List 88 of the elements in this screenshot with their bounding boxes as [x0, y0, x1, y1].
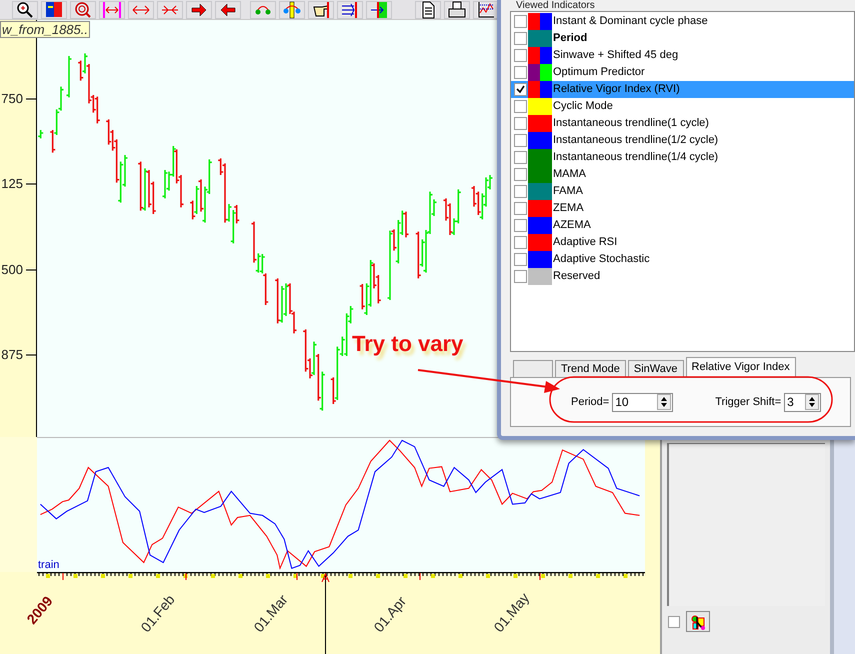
spinner-arrows-icon: [657, 394, 672, 410]
item-label: Reserved: [553, 270, 600, 283]
indicator-item[interactable]: Relative Vigor Index (RVI): [511, 81, 854, 98]
field-label: Trigger Shift=: [715, 396, 782, 408]
spin-field[interactable]: 10: [612, 392, 674, 412]
toolbar-button[interactable]: [444, 0, 470, 18]
toolbar-button[interactable]: [473, 0, 499, 18]
item-label: Adaptive RSI: [553, 236, 618, 249]
item-label: Adaptive Stochastic: [553, 253, 650, 266]
checkbox[interactable]: [514, 185, 527, 198]
blank-tab[interactable]: [513, 360, 553, 377]
series-label: w_from_1885..: [0, 21, 90, 38]
indicator-item[interactable]: FAMA: [511, 183, 854, 200]
color-block-icon: [45, 0, 63, 18]
checkbox[interactable]: [514, 49, 527, 62]
toolbar-button[interactable]: [215, 0, 241, 18]
item-label: Period: [553, 32, 588, 45]
toolbar-button[interactable]: [186, 0, 212, 18]
item-label: FAMA: [553, 185, 583, 198]
item-label: Instantaneous trendline(1/4 cycle): [553, 151, 718, 164]
item-label: MAMA: [553, 168, 586, 181]
multicolor-tool-icon: [690, 614, 706, 630]
checkbox[interactable]: [514, 151, 527, 164]
price-axis-label: 750: [1, 92, 23, 106]
toolbar-button[interactable]: [415, 0, 441, 18]
group-title: Viewed Indicators: [515, 0, 595, 11]
chart-icon: [477, 0, 495, 18]
indicator-item[interactable]: Instantaneous trendline(1/4 cycle): [511, 149, 854, 166]
checkbox[interactable]: [514, 168, 527, 181]
checkbox[interactable]: [514, 253, 527, 266]
indicator-item[interactable]: Period: [511, 30, 854, 47]
price-axis-label: 875: [1, 348, 23, 362]
item-label: Cyclic Mode: [553, 100, 613, 113]
indicator-item[interactable]: Adaptive RSI: [511, 234, 854, 251]
price-axis-label: 500: [1, 263, 23, 277]
indicator-item[interactable]: Cyclic Mode: [511, 98, 854, 115]
item-label: Instantaneous trendline(1/2 cycle): [553, 134, 718, 147]
checkbox[interactable]: [514, 219, 527, 232]
checkbox[interactable]: [514, 134, 527, 147]
indicator-item[interactable]: Optimum Predictor: [511, 64, 854, 81]
indicator-item[interactable]: ZEMA: [511, 200, 854, 217]
toolbar-button[interactable]: [12, 0, 38, 18]
indicator-item[interactable]: Instantaneous trendline(1/2 cycle): [511, 132, 854, 149]
item-label: Instantaneous trendline(1 cycle): [553, 117, 709, 130]
arrow-into-block-icon: [370, 0, 388, 18]
annotation-text: Try to vary: [352, 331, 464, 357]
spinner-arrows-icon: [805, 394, 820, 410]
checkbox[interactable]: [514, 236, 527, 249]
indicator-item[interactable]: Instant & Dominant cycle phase: [511, 13, 854, 30]
checkbox[interactable]: [514, 15, 527, 28]
checkbox[interactable]: [514, 270, 527, 283]
checkbox[interactable]: [514, 32, 527, 45]
bars-arrow-icon: [103, 0, 121, 18]
tab[interactable]: SinWave: [628, 360, 684, 377]
field-label: Period=: [571, 396, 610, 408]
item-label: ZEMA: [553, 202, 584, 215]
oscillator-label: train: [38, 559, 60, 571]
checkbox[interactable]: [514, 66, 527, 79]
indicator-item[interactable]: Reserved: [511, 268, 854, 285]
toolbar-button[interactable]: [337, 0, 363, 18]
checkbox[interactable]: [514, 202, 527, 215]
cursor-marker-icon: [321, 573, 330, 582]
checkbox[interactable]: [514, 117, 527, 130]
item-label: Relative Vigor Index (RVI): [553, 83, 680, 96]
item-label: Sinwave + Shifted 45 deg: [553, 49, 678, 62]
indicator-item[interactable]: MAMA: [511, 166, 854, 183]
checkbox[interactable]: [668, 616, 680, 628]
indicator-item[interactable]: Instantaneous trendline(1 cycle): [511, 115, 854, 132]
price-axis-label: 125: [1, 177, 23, 191]
toolbar-button[interactable]: [41, 0, 67, 18]
magnifier-icon: [16, 0, 34, 18]
spin-field[interactable]: 3: [784, 392, 822, 412]
tab[interactable]: Relative Vigor Index: [686, 357, 796, 377]
indicator-item[interactable]: Adaptive Stochastic: [511, 251, 854, 268]
item-label: Instant & Dominant cycle phase: [553, 15, 708, 28]
toolbar-button[interactable]: [308, 0, 334, 18]
indicator-item[interactable]: Sinwave + Shifted 45 deg: [511, 47, 854, 64]
indicator-item[interactable]: AZEMA: [511, 217, 854, 234]
toolbar-button[interactable]: [366, 0, 392, 18]
item-label: AZEMA: [553, 219, 591, 232]
arrows-into-line-icon: [341, 0, 359, 18]
zoom-target-icon: [74, 0, 92, 18]
tab[interactable]: Trend Mode: [555, 360, 626, 377]
bar-marker-icon: [283, 0, 301, 18]
checkbox[interactable]: [514, 100, 527, 113]
tool-button[interactable]: [686, 611, 710, 632]
item-label: Optimum Predictor: [553, 66, 645, 79]
checkbox[interactable]: [514, 83, 527, 96]
